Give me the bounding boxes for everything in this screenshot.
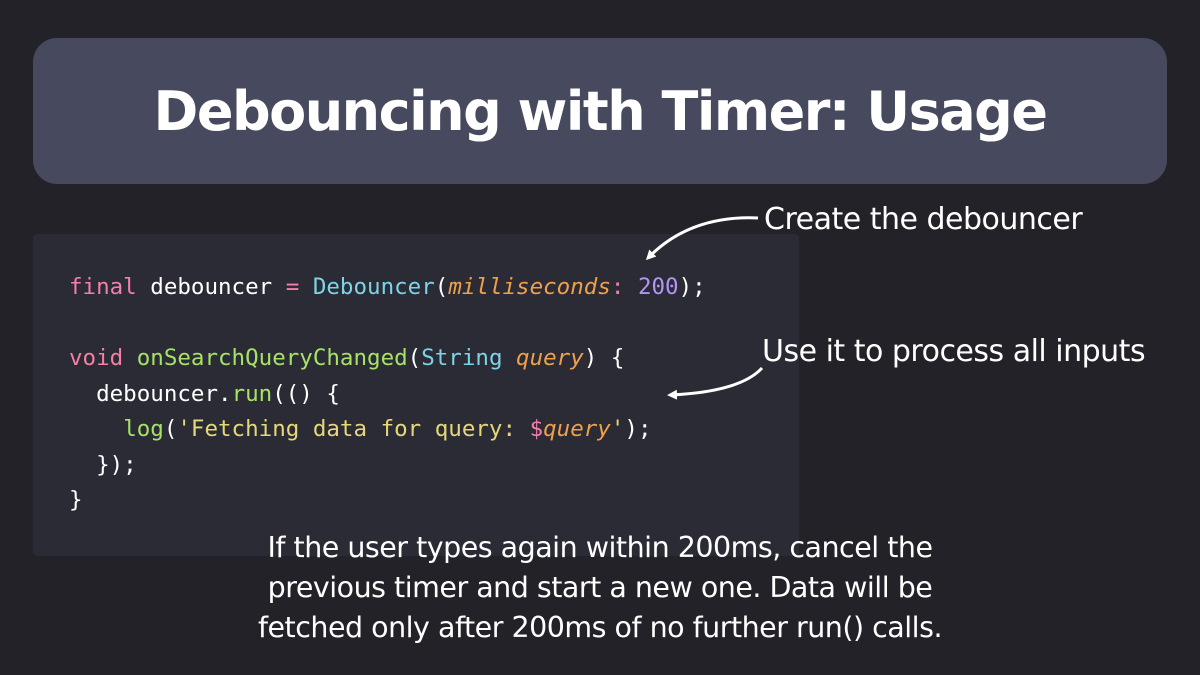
caption-line-1: If the user types again within 200ms, ca… — [267, 531, 933, 564]
caption: If the user types again within 200ms, ca… — [150, 528, 1050, 648]
arrow-to-debouncer-icon — [645, 216, 759, 261]
callout-process-inputs: Use it to process all inputs — [762, 334, 1146, 369]
callout-create-debouncer: Create the debouncer — [764, 202, 1083, 237]
caption-line-3: fetched only after 200ms of no further r… — [257, 611, 943, 644]
arrow-to-run-icon — [667, 366, 764, 400]
caption-line-2: previous timer and start a new one. Data… — [267, 571, 933, 604]
